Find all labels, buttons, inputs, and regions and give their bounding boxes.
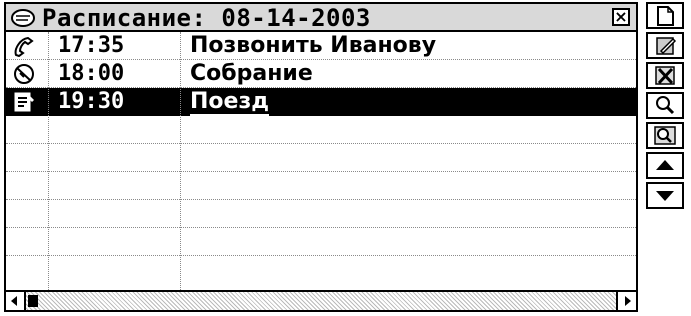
search-button[interactable] [646,92,684,119]
close-button[interactable]: × [612,8,630,26]
edit-icon [656,37,677,55]
scroll-down-icon [656,191,674,201]
scroll-up-icon [656,160,674,170]
list-item[interactable]: 18:00 Собрание [6,60,636,88]
empty-row[interactable] [6,116,636,144]
delete-icon [655,66,675,85]
side-toolbar [646,2,688,212]
column-divider [180,32,181,290]
title-bar: Расписание: 08-14-2003 × [4,2,638,32]
scroll-left-icon[interactable] [6,292,26,310]
find-in-record-icon [654,126,676,145]
empty-row[interactable] [6,144,636,172]
meeting-icon [14,64,34,84]
edit-button[interactable] [646,32,684,59]
empty-row[interactable] [6,228,636,256]
list-item[interactable]: 17:35 Позвонить Иванову [6,32,636,60]
search-icon [656,96,675,115]
find-in-record-button[interactable] [646,122,684,149]
schedule-icon [11,9,35,27]
scroll-up-button[interactable] [646,152,684,179]
empty-row[interactable] [6,200,636,228]
scroll-down-button[interactable] [646,182,684,209]
appointment-time: 18:00 [58,61,125,86]
new-document-icon [657,6,674,26]
empty-row[interactable] [6,256,636,284]
note-icon [14,92,34,112]
empty-row[interactable] [6,172,636,200]
horizontal-scrollbar[interactable] [4,290,638,312]
scroll-thumb[interactable] [28,295,38,307]
column-divider [48,32,49,290]
appointment-text: Собрание [190,61,313,86]
scroll-right-icon[interactable] [616,292,636,310]
delete-button[interactable] [646,62,684,89]
new-document-button[interactable] [646,2,684,29]
appointment-time: 19:30 [58,89,125,114]
appointment-text: Позвонить Иванову [190,33,437,58]
list-item-selected[interactable]: 19:30 Поезд [6,88,636,116]
appointment-time: 17:35 [58,33,125,58]
appointment-text: Поезд [190,89,269,116]
appointment-list: 17:35 Позвонить Иванову 18:00 Собрание 1… [4,32,638,290]
window-title: Расписание: 08-14-2003 [42,4,371,32]
schedule-window: Расписание: 08-14-2003 × 17:35 Позвонить… [0,0,642,316]
phone-icon [14,36,34,57]
